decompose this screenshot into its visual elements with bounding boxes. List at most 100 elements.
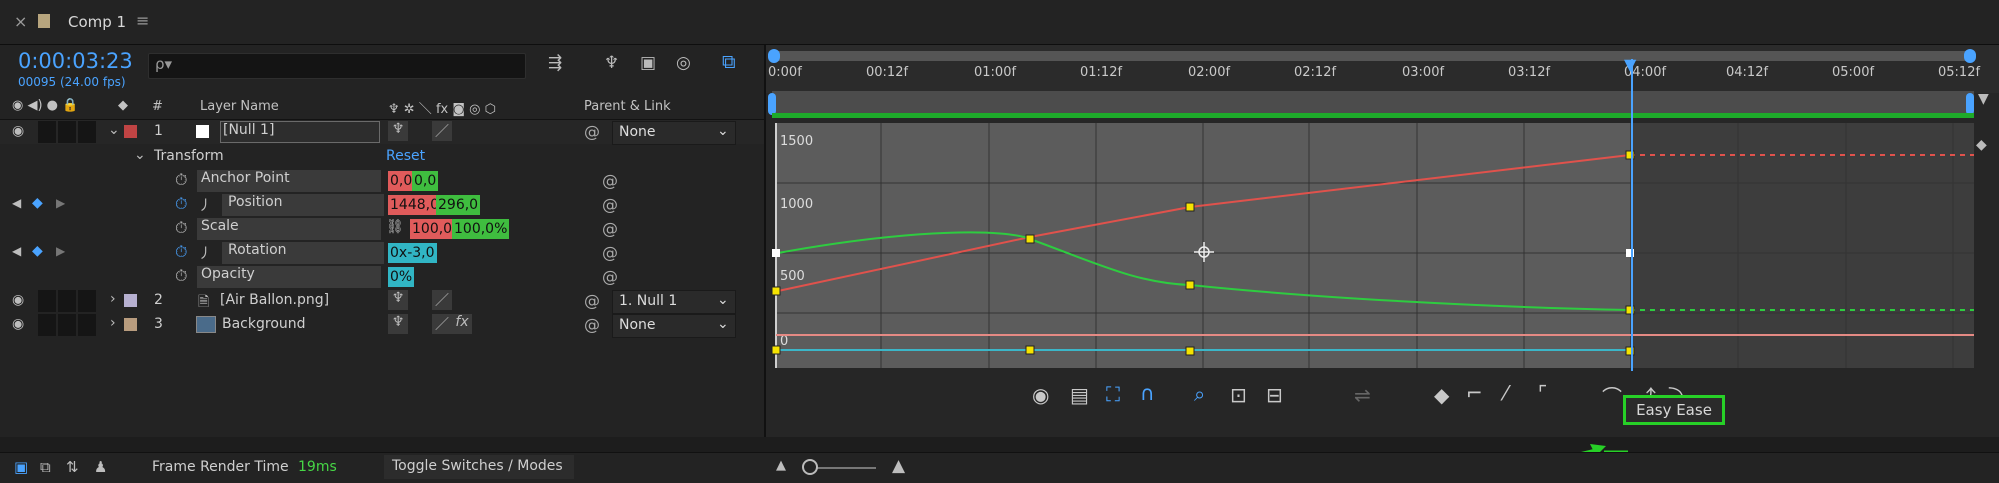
transfer-controls-icon[interactable]: ⇅: [66, 458, 79, 476]
fx-switch-icon[interactable]: fx: [452, 314, 472, 334]
render-time-icon[interactable]: ♟: [94, 458, 107, 476]
eye-icon[interactable]: ◉: [12, 316, 24, 332]
shy-switch-icon[interactable]: ♆: [388, 290, 408, 310]
next-keyframe-icon[interactable]: ▶: [56, 196, 65, 210]
separate-dimensions-icon[interactable]: ⇌: [1354, 383, 1371, 407]
parent-dropdown[interactable]: None ⌄: [612, 121, 736, 145]
keyframe-diamond-icon[interactable]: ◆: [32, 243, 43, 259]
zoom-slider-thumb[interactable]: [802, 459, 818, 475]
reset-link[interactable]: Reset: [386, 148, 425, 164]
fit-all-icon[interactable]: ⊟: [1266, 383, 1283, 407]
motion-blur-icon[interactable]: ◎: [676, 53, 691, 73]
stopwatch-icon[interactable]: ⏱: [175, 170, 187, 190]
work-area-start-handle[interactable]: [768, 93, 776, 115]
zoom-out-icon[interactable]: ▲: [776, 458, 786, 473]
auto-bezier-icon[interactable]: ⌜: [1538, 381, 1547, 405]
playhead-line[interactable]: [1631, 59, 1633, 371]
prev-keyframe-icon[interactable]: ◀: [12, 244, 21, 258]
pickwhip-icon[interactable]: @: [602, 267, 618, 286]
quality-switch-icon[interactable]: ／: [432, 121, 452, 141]
opacity-value[interactable]: 0%: [388, 267, 415, 287]
layer-name[interactable]: [Null 1]: [220, 121, 380, 143]
label-color[interactable]: [124, 125, 137, 138]
pickwhip-icon[interactable]: @: [602, 243, 618, 262]
column-layer-name[interactable]: Layer Name: [200, 99, 279, 114]
show-properties-eye-icon[interactable]: ◉: [1032, 383, 1049, 407]
layer-row[interactable]: ◉ › 2 🗎 [Air Ballon.png] ♆ ／ @ 1. Null 1…: [0, 289, 764, 314]
fit-selection-icon[interactable]: ⊡: [1230, 383, 1247, 407]
graph-icon[interactable]: ⼃: [198, 243, 212, 263]
expand-chevron-icon[interactable]: ›: [110, 315, 116, 331]
comp-flowchart-icon[interactable]: ▣: [14, 458, 28, 476]
playhead-marker-icon[interactable]: ▼: [1624, 55, 1636, 74]
close-tab-button[interactable]: ×: [14, 12, 27, 31]
graph-editor-icon[interactable]: ⧉: [722, 51, 736, 73]
link-icon[interactable]: ⛓: [386, 219, 404, 235]
time-ruler[interactable]: 0:00f 00:12f 01:00f 01:12f 02:00f 02:12f…: [766, 45, 1999, 93]
eye-icon[interactable]: ◉: [12, 292, 24, 308]
parent-dropdown[interactable]: None ⌄: [612, 314, 736, 338]
draft-3d-icon[interactable]: ♆: [604, 53, 619, 73]
shy-switch-icon[interactable]: ♆: [388, 314, 408, 334]
value-graph[interactable]: 1500 1000 500 0: [766, 123, 1999, 370]
pickwhip-icon[interactable]: @: [602, 195, 618, 214]
comp-marker-bin-icon[interactable]: ▼: [1978, 91, 1989, 107]
pickwhip-icon[interactable]: @: [584, 122, 600, 141]
eye-icon[interactable]: ◉: [12, 123, 24, 139]
layer-search-input[interactable]: ρ▾: [148, 53, 526, 79]
hold-keyframe-icon[interactable]: ⌐: [1466, 381, 1483, 405]
work-area-end-handle[interactable]: [1966, 93, 1974, 115]
stopwatch-icon[interactable]: ⏱: [175, 266, 187, 286]
panel-menu-icon[interactable]: ≡: [136, 11, 149, 30]
stopwatch-icon[interactable]: ⏱: [175, 242, 187, 262]
stopwatch-icon[interactable]: ⏱: [175, 194, 187, 214]
comp-mini-flowchart-icon[interactable]: ⇶: [548, 53, 562, 73]
transform-box-icon[interactable]: ⛶: [1106, 382, 1120, 406]
comp-tab-title[interactable]: Comp 1: [68, 13, 126, 31]
expand-chevron-icon[interactable]: ›: [110, 291, 116, 307]
zoom-handle-right[interactable]: [1964, 49, 1976, 63]
snapping-icon[interactable]: ◆: [1976, 137, 1987, 153]
layer-row[interactable]: ◉ › 3 Background ♆ ／ fx @ None ⌄: [0, 313, 764, 338]
label-color[interactable]: [124, 318, 137, 331]
layer-row[interactable]: ◉ ⌄ 1 [Null 1] ♆ ／ @ None ⌄: [0, 120, 764, 145]
graph-options-icon[interactable]: ▤: [1070, 383, 1089, 407]
collapse-chevron-icon[interactable]: ⌄: [134, 147, 146, 163]
pickwhip-icon[interactable]: @: [602, 219, 618, 238]
position-x-value[interactable]: 1448,0: [388, 195, 441, 215]
transform-group-row[interactable]: ⌄ Transform Reset: [0, 145, 764, 169]
stopwatch-icon[interactable]: ⏱: [175, 218, 187, 238]
rotation-value[interactable]: 0x-3,0: [388, 243, 437, 263]
parent-dropdown[interactable]: 1. Null 1 ⌄: [612, 290, 736, 314]
prev-keyframe-icon[interactable]: ◀: [12, 196, 21, 210]
scale-x-value[interactable]: 100,0: [410, 219, 455, 239]
quality-switch-icon[interactable]: ／: [432, 290, 452, 310]
layer-switches-icon[interactable]: ⧉: [40, 458, 51, 476]
zoom-in-icon[interactable]: ▲: [892, 456, 905, 476]
auto-zoom-graph-icon[interactable]: ⌕: [1194, 382, 1205, 406]
edit-keyframe-icon[interactable]: ◆: [1434, 383, 1449, 407]
linear-keyframe-icon[interactable]: ⁄: [1504, 381, 1507, 405]
next-keyframe-icon[interactable]: ▶: [56, 244, 65, 258]
current-time-display[interactable]: 0:00:03:23: [18, 49, 133, 73]
anchor-y-value[interactable]: 0,0: [412, 171, 439, 191]
layer-name[interactable]: [Air Ballon.png]: [220, 292, 329, 308]
pickwhip-icon[interactable]: @: [602, 171, 618, 190]
timeline-zoom-scrollbar[interactable]: [772, 51, 1974, 61]
easy-ease-icon[interactable]: ⌒: [1602, 381, 1622, 410]
toggle-switches-modes-button[interactable]: Toggle Switches / Modes: [384, 455, 574, 479]
layer-name[interactable]: Background: [222, 316, 306, 332]
anchor-x-value[interactable]: 0,0: [388, 171, 415, 191]
label-color[interactable]: [124, 294, 137, 307]
pickwhip-icon[interactable]: @: [584, 291, 600, 310]
expand-chevron-icon[interactable]: ⌄: [108, 122, 120, 138]
position-y-value[interactable]: 296,0: [436, 195, 481, 215]
scale-y-value[interactable]: 100,0%: [452, 219, 510, 239]
keyframe-diamond-icon[interactable]: ◆: [32, 195, 43, 211]
shy-switch-icon[interactable]: ♆: [388, 121, 408, 141]
quality-switch-icon[interactable]: ／: [432, 314, 452, 334]
graph-icon[interactable]: ⼃: [198, 195, 212, 215]
pickwhip-icon[interactable]: @: [584, 315, 600, 334]
zoom-handle-left[interactable]: [768, 49, 780, 63]
snap-magnet-icon[interactable]: ∩: [1140, 381, 1155, 405]
